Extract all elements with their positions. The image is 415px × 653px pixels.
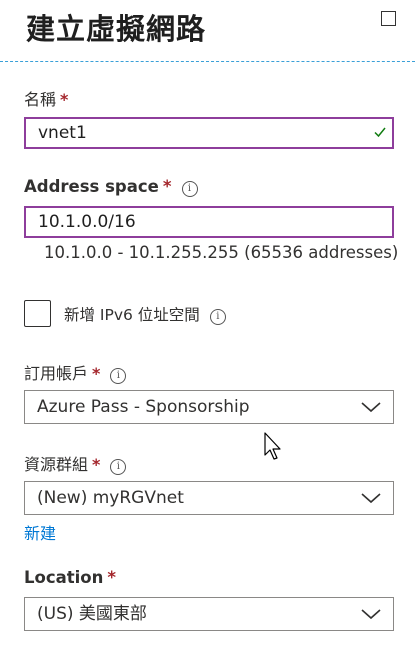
name-input-value: vnet1	[38, 123, 87, 143]
location-label-text: Location	[24, 568, 104, 587]
subscription-label-text: 訂用帳戶	[24, 364, 89, 383]
ipv6-checkbox[interactable]	[24, 300, 51, 327]
chevron-down-icon	[361, 493, 381, 504]
chevron-down-icon	[361, 402, 381, 413]
required-mark: *	[107, 568, 117, 587]
info-icon[interactable]: i	[181, 181, 198, 197]
name-label-text: 名稱	[24, 90, 57, 109]
required-mark: *	[162, 177, 172, 196]
location-selected: (US) 美國東部	[37, 604, 147, 624]
required-mark: *	[92, 364, 101, 383]
subscription-selected: Azure Pass - Sponsorship	[37, 397, 250, 417]
address-space-label: Address space * i	[24, 177, 198, 197]
required-mark: *	[60, 90, 69, 109]
subscription-dropdown[interactable]: Azure Pass - Sponsorship	[24, 390, 394, 424]
mouse-pointer-icon	[264, 432, 281, 460]
ipv6-label-text: 新增 IPv6 位址空間	[64, 306, 200, 324]
info-icon[interactable]: i	[110, 459, 127, 475]
address-range-hint: 10.1.0.0 - 10.1.255.255 (65536 addresses…	[44, 243, 399, 262]
info-icon[interactable]: i	[110, 368, 127, 384]
info-icon[interactable]: i	[209, 309, 226, 325]
name-input[interactable]: vnet1	[24, 117, 394, 149]
address-space-input[interactable]: 10.1.0.0/16	[24, 206, 394, 238]
address-space-value: 10.1.0.0/16	[38, 212, 136, 232]
location-dropdown[interactable]: (US) 美國東部	[24, 597, 394, 631]
location-label: Location *	[24, 568, 116, 587]
maximize-icon[interactable]	[381, 11, 396, 26]
subscription-label: 訂用帳戶 * i	[24, 360, 127, 384]
create-new-link[interactable]: 新建	[24, 520, 56, 544]
resource-group-dropdown[interactable]: (New) myRGVnet	[24, 481, 394, 515]
resource-group-label-text: 資源群組	[24, 455, 89, 474]
address-space-label-text: Address space	[24, 177, 159, 196]
name-label: 名稱 *	[24, 86, 68, 110]
resource-group-selected: (New) myRGVnet	[37, 488, 184, 508]
page-title: 建立虛擬網路	[26, 12, 207, 46]
header-divider	[0, 61, 415, 62]
check-icon	[374, 127, 386, 138]
ipv6-label: 新增 IPv6 位址空間 i	[64, 303, 226, 325]
resource-group-label: 資源群組 * i	[24, 451, 127, 475]
required-mark: *	[92, 455, 101, 474]
chevron-down-icon	[361, 609, 381, 620]
